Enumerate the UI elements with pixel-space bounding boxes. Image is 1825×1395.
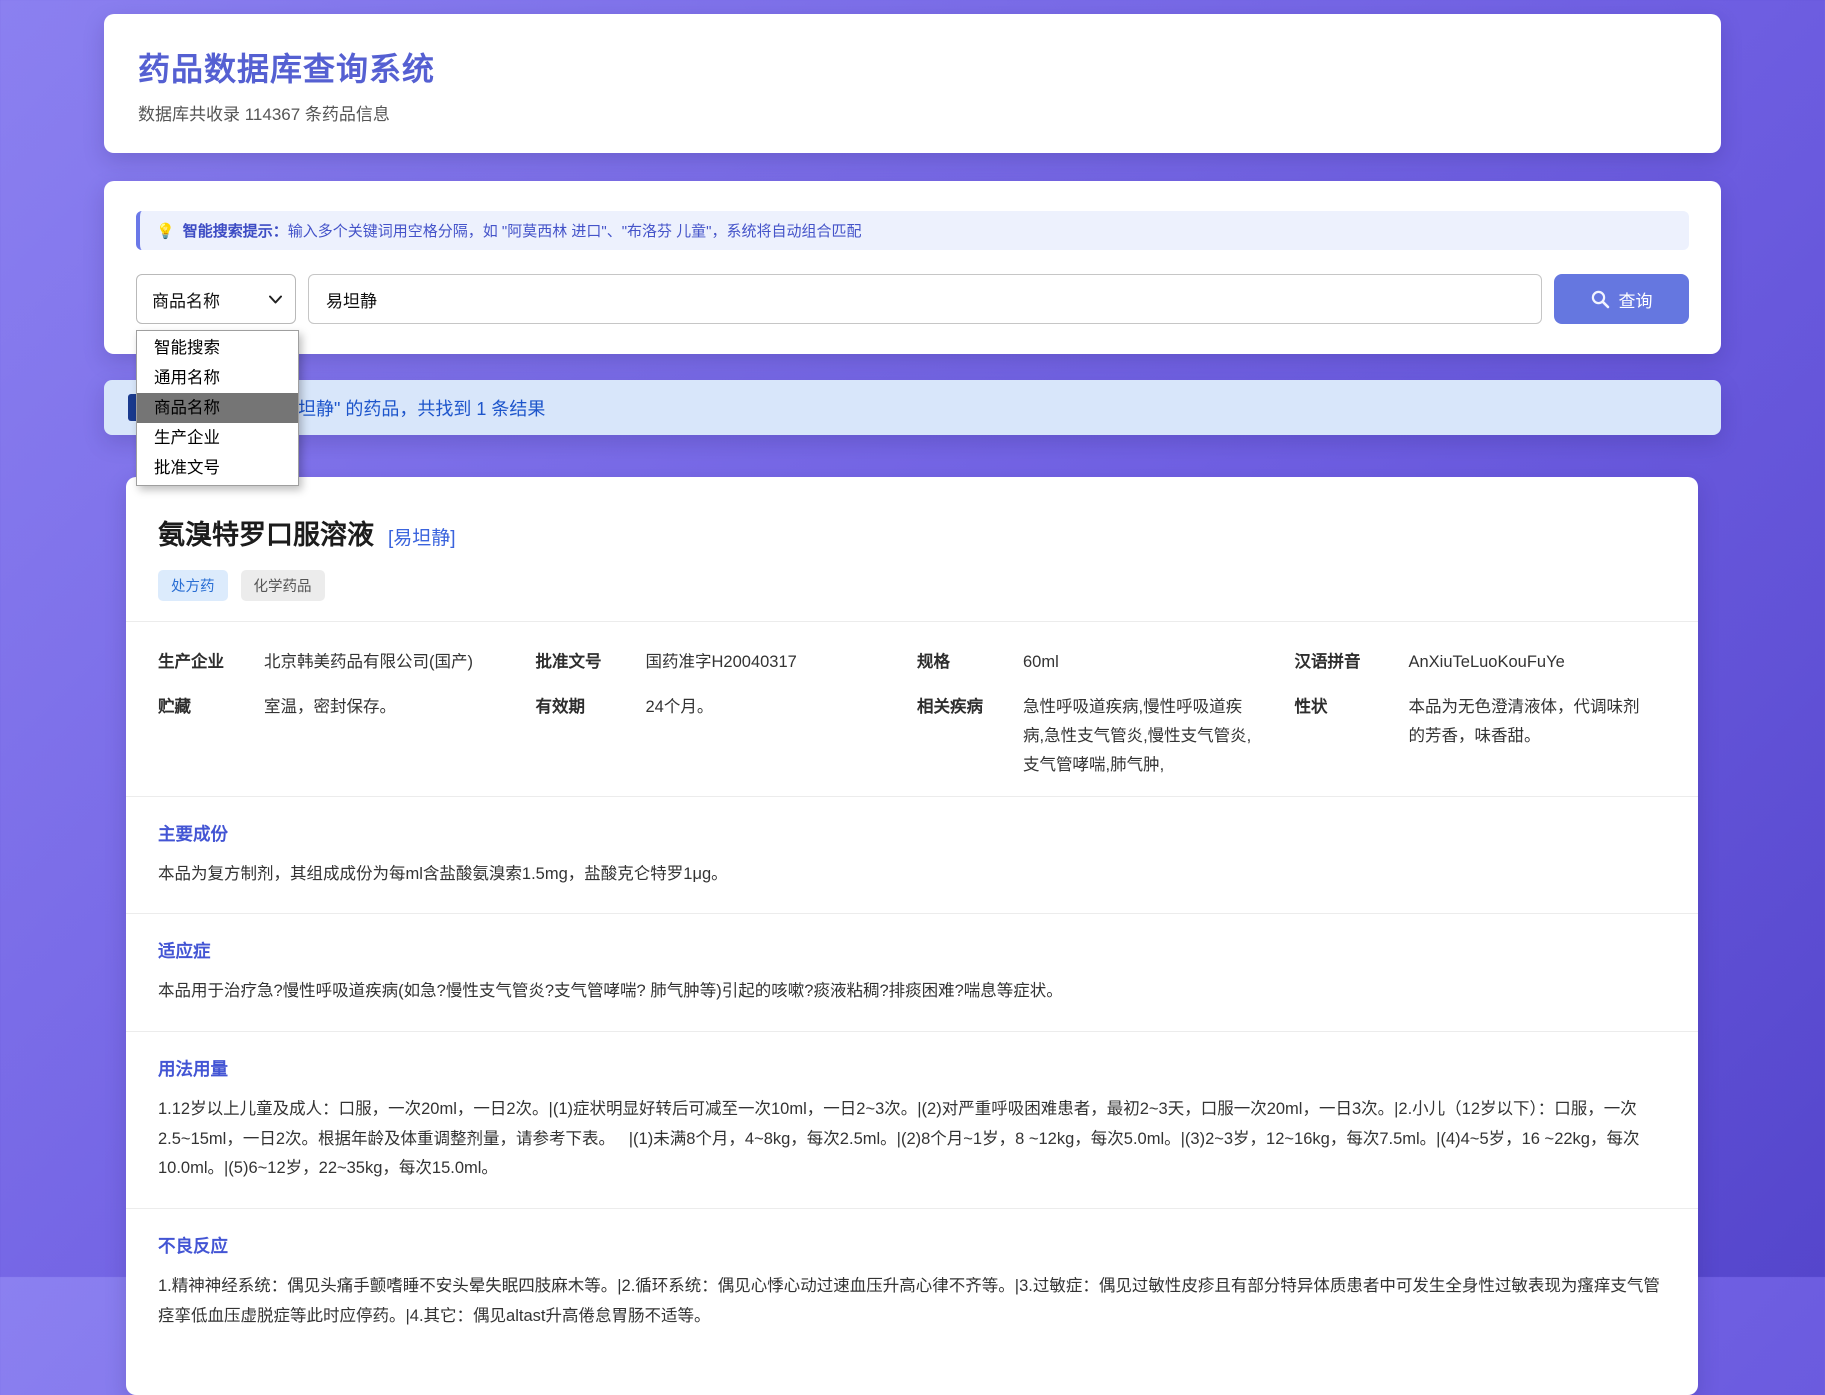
lightbulb-icon: 💡: [156, 222, 175, 240]
drug-brand-name: [易坦静]: [388, 523, 456, 550]
drug-section: 适应症 本品用于治疗急?慢性呼吸道疾病(如急?慢性支气管炎?支气管哮喘? 肺气肿…: [126, 913, 1698, 1031]
drug-section-body: 1.精神神经系统：偶见头痛手颤嗜睡不安头晕失眠四肢麻木等。|2.循环系统：偶见心…: [158, 1272, 1666, 1331]
drug-title-row: 氨溴特罗口服溶液 [易坦静]: [126, 513, 1698, 552]
drug-info-label: 批准文号: [536, 648, 632, 677]
query-button[interactable]: 查询: [1554, 274, 1689, 324]
drug-section-title: 用法用量: [158, 1056, 1666, 1081]
drug-section: 用法用量 1.12岁以上儿童及成人：口服，一次20ml，一日2次。|(1)症状明…: [126, 1031, 1698, 1208]
drug-info-label: 贮藏: [158, 693, 250, 780]
drug-info-value: 24个月。: [646, 693, 904, 780]
drug-info-value: 本品为无色澄清液体，代调味剂的芳香，味香甜。: [1409, 693, 1667, 780]
search-field-select-wrap: 商品名称 智能搜索通用名称商品名称生产企业批准文号: [136, 274, 296, 324]
drug-tag-row: 处方药化学药品: [126, 570, 1698, 601]
search-field-select[interactable]: 商品名称: [136, 274, 296, 324]
search-field-dropdown: 智能搜索通用名称商品名称生产企业批准文号: [136, 330, 299, 486]
drug-section-body: 1.12岁以上儿童及成人：口服，一次20ml，一日2次。|(1)症状明显好转后可…: [158, 1095, 1666, 1184]
drug-info-value: 60ml: [1023, 648, 1281, 677]
drug-info-label: 规格: [917, 648, 1009, 677]
search-tip-label: 智能搜索提示：: [183, 223, 288, 240]
search-tip-text: 智能搜索提示：输入多个关键词用空格分隔，如 "阿莫西林 进口"、"布洛芬 儿童"…: [183, 220, 862, 241]
drug-section: 主要成份 本品为复方制剂，其组成成份为每ml含盐酸氨溴索1.5mg，盐酸克仑特罗…: [126, 796, 1698, 914]
drug-info-grid: 生产企业 北京韩美药品有限公司(国产) 批准文号 国药准字H20040317 规…: [126, 621, 1698, 796]
search-field-selected-value: 商品名称: [152, 287, 220, 312]
dropdown-option[interactable]: 通用名称: [137, 363, 298, 393]
search-tip-banner: 💡 智能搜索提示：输入多个关键词用空格分隔，如 "阿莫西林 进口"、"布洛芬 儿…: [136, 211, 1689, 250]
result-banner-text: 坦静" 的药品，共找到 1 条结果: [298, 395, 545, 421]
header-card: 药品数据库查询系统 数据库共收录 114367 条药品信息: [104, 14, 1721, 153]
drug-info-label: 有效期: [536, 693, 632, 780]
drug-tag: 化学药品: [241, 570, 325, 601]
chevron-down-icon: [269, 295, 282, 304]
dropdown-option[interactable]: 批准文号: [137, 453, 298, 483]
drug-section-title: 不良反应: [158, 1233, 1666, 1258]
drug-detail-card: 氨溴特罗口服溶液 [易坦静] 处方药化学药品 生产企业 北京韩美药品有限公司(国…: [126, 477, 1698, 1395]
drug-section-body: 本品为复方制剂，其组成成份为每ml含盐酸氨溴索1.5mg，盐酸克仑特罗1μg。: [158, 860, 1666, 890]
drug-sections: 主要成份 本品为复方制剂，其组成成份为每ml含盐酸氨溴索1.5mg，盐酸克仑特罗…: [126, 796, 1698, 1356]
drug-section-title: 适应症: [158, 938, 1666, 963]
dropdown-option[interactable]: 商品名称: [137, 393, 298, 423]
dropdown-option[interactable]: 生产企业: [137, 423, 298, 453]
drug-tag: 处方药: [158, 570, 228, 601]
search-icon: [1591, 290, 1610, 309]
drug-info-value: 北京韩美药品有限公司(国产): [264, 648, 522, 677]
result-banner: 坦静" 的药品，共找到 1 条结果: [104, 380, 1721, 435]
search-row: 商品名称 智能搜索通用名称商品名称生产企业批准文号 查询: [136, 274, 1689, 324]
search-input[interactable]: [308, 274, 1542, 324]
drug-section: 不良反应 1.精神神经系统：偶见头痛手颤嗜睡不安头晕失眠四肢麻木等。|2.循环系…: [126, 1208, 1698, 1355]
drug-info-label: 性状: [1295, 693, 1395, 780]
drug-info-value: 急性呼吸道疾病,慢性呼吸道疾病,急性支气管炎,慢性支气管炎,支气管哮喘,肺气肿,: [1023, 693, 1281, 780]
drug-info-value: AnXiuTeLuoKouFuYe: [1409, 648, 1667, 677]
drug-name: 氨溴特罗口服溶液: [158, 513, 374, 552]
drug-info-value: 室温，密封保存。: [264, 693, 522, 780]
drug-section-body: 本品用于治疗急?慢性呼吸道疾病(如急?慢性支气管炎?支气管哮喘? 肺气肿等)引起…: [158, 977, 1666, 1007]
search-card: 💡 智能搜索提示：输入多个关键词用空格分隔，如 "阿莫西林 进口"、"布洛芬 儿…: [104, 181, 1721, 354]
drug-info-label: 相关疾病: [917, 693, 1009, 780]
dropdown-option[interactable]: 智能搜索: [137, 333, 298, 363]
query-button-label: 查询: [1619, 287, 1653, 312]
drug-info-value: 国药准字H20040317: [646, 648, 904, 677]
page-subtitle: 数据库共收录 114367 条药品信息: [138, 100, 1687, 125]
drug-info-label: 生产企业: [158, 648, 250, 677]
page-title: 药品数据库查询系统: [138, 44, 1687, 90]
drug-section-title: 主要成份: [158, 821, 1666, 846]
drug-info-label: 汉语拼音: [1295, 648, 1395, 677]
